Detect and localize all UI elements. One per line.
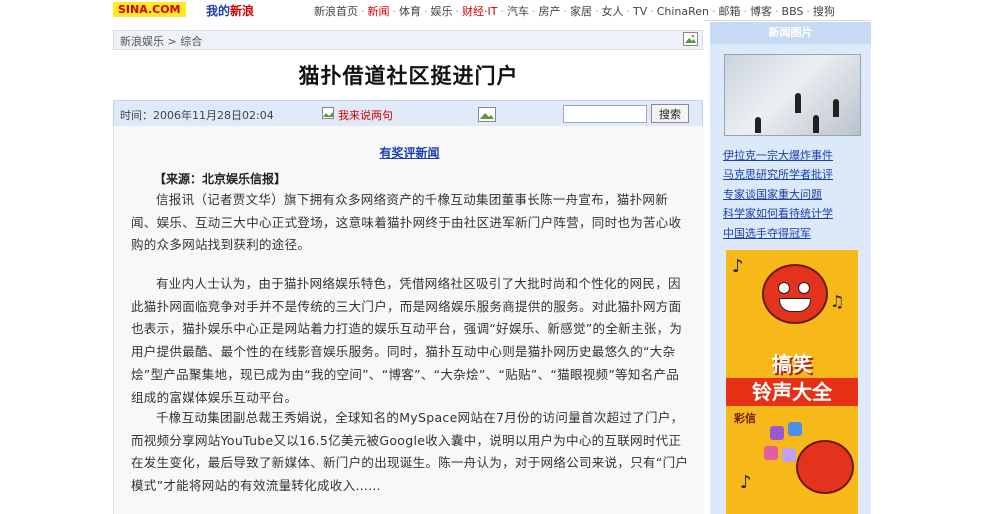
nav-item[interactable]: TV — [633, 5, 647, 18]
comment-news-link[interactable]: 有奖评新闻 — [114, 144, 705, 161]
nav-separator: · — [455, 5, 460, 18]
music-note-icon: ♫ — [830, 292, 845, 311]
nav-item[interactable]: 家居 — [570, 5, 592, 18]
nav-item[interactable]: 房产 — [538, 5, 560, 18]
main-content: 新浪娱乐 > 综合 猫扑借道社区挺进门户 时间：2006年11月28日02:04… — [113, 20, 705, 514]
photo-figure — [813, 115, 819, 133]
top-navigation-bar: SINA.COM 我的新浪 新浪首页 · 新闻 · 体育 · 娱乐 · 财经·IT · 汽车 · 房产 ·… — [113, 0, 870, 21]
ad-bubble — [782, 448, 796, 462]
search-input[interactable] — [563, 105, 647, 123]
my-sina-logo[interactable]: 我的新浪 — [206, 2, 254, 19]
news-photo[interactable] — [724, 54, 861, 136]
article-paragraph: 信报讯（记者贾文华）旗下拥有众多网络资产的千橡互动集团董事长陈一舟宣布，猫扑网新… — [131, 192, 682, 253]
nav-item[interactable]: 邮箱 — [719, 5, 741, 18]
ringtone-ad-banner[interactable]: ♪ ♫ 搞笑 铃声大全 彩信 ♪ — [726, 250, 858, 514]
nav-separator: · — [563, 5, 567, 18]
nav-item[interactable]: 娱乐 — [431, 5, 453, 18]
nav-item[interactable]: 搜狗 — [813, 5, 835, 18]
nav-separator: · — [743, 5, 748, 18]
nav-item[interactable]: 博客 — [750, 5, 772, 18]
sidebar-header: 新闻图片 — [710, 22, 871, 44]
article-paragraph: 有业内人士认为，由于猫扑网络娱乐特色，凭借网络社区吸引了大批时尚和个性化的网民，… — [131, 276, 683, 405]
cartoon-eye — [798, 282, 810, 294]
cartoon-mouth — [779, 298, 811, 312]
nav-item[interactable]: 体育 — [399, 5, 421, 18]
ad-title: 搞笑 — [772, 352, 812, 376]
nav-separator: · — [531, 5, 536, 18]
cartoon-face — [796, 440, 854, 494]
my-sina-text: 我的 — [206, 4, 231, 18]
search-button[interactable]: 搜索 — [651, 104, 689, 123]
article-paragraph: 千橡互动集团副总裁王秀娟说，全球知名的MySpace网站在7月份的访问量首次超过… — [131, 410, 689, 494]
nav-separator: · — [392, 5, 397, 18]
nav-separator: · — [775, 5, 779, 18]
article-title: 猫扑借道社区挺进门户 — [298, 64, 519, 88]
nav-separator: · — [712, 5, 716, 18]
ad-bubble — [770, 426, 784, 440]
nav-item[interactable]: 女人 — [601, 5, 623, 18]
cartoon-face — [762, 264, 828, 324]
sidebar-news-link[interactable]: 科学家如何看待统计学 — [723, 205, 833, 221]
cartoon-eye — [778, 282, 790, 294]
nav-separator: · — [626, 5, 630, 18]
ad-bubble — [788, 422, 802, 436]
sidebar-news-link[interactable]: 伊拉克一宗大爆炸事件 — [723, 147, 833, 163]
nav-item[interactable]: ChinaRen — [657, 5, 709, 18]
music-note-icon: ♪ — [740, 472, 752, 493]
sidebar-news-link[interactable]: 中国选手夺得冠军 — [723, 225, 811, 241]
photo-figure — [833, 99, 839, 117]
nav-separator: · — [500, 5, 504, 18]
breadcrumb-bar: 新浪娱乐 > 综合 — [113, 30, 703, 50]
nav-separator: · — [594, 5, 599, 18]
nav-item[interactable]: 财经·IT — [462, 5, 497, 18]
nav-item[interactable]: 汽车 — [507, 5, 529, 18]
sidebar-news-link[interactable]: 专家谈国家重大问题 — [723, 186, 822, 202]
article-info-bar: 时间：2006年11月28日02:04 我来说两句 搜索 — [113, 100, 703, 128]
nav-separator: · — [650, 5, 654, 18]
sina-text: 新浪 — [230, 4, 255, 18]
nav-item[interactable]: 新闻 — [368, 5, 390, 18]
nav-separator: · — [806, 5, 810, 18]
broken-image-icon — [478, 107, 496, 122]
article-body: 有奖评新闻 【来源：北京娱乐信报】 信报讯（记者贾文华）旗下拥有众多网络资产的千… — [113, 126, 705, 514]
music-note-icon: ♪ — [732, 256, 744, 277]
broken-image-icon — [322, 107, 334, 119]
nav-item[interactable]: 新浪首页 — [314, 5, 358, 18]
site-logo[interactable]: SINA.COM — [113, 2, 186, 17]
broken-image-icon — [683, 32, 698, 46]
ad-subtitle: 铃声大全 — [726, 378, 858, 406]
sidebar-news-link[interactable]: 马克思研究所学者批评 — [723, 166, 833, 182]
ad-tag: 彩信 — [734, 412, 756, 425]
publish-time: 时间：2006年11月28日02:04 — [120, 109, 274, 122]
article-source: 【来源：北京娱乐信报】 — [154, 172, 287, 186]
nav-separator: · — [424, 5, 428, 18]
channel-nav: 新浪首页 · 新闻 · 体育 · 娱乐 · 财经·IT · 汽车 · 房产 · 家居 · 女人 · TV · China… — [311, 3, 838, 19]
photo-figure — [755, 117, 761, 133]
nav-item[interactable]: BBS — [782, 5, 804, 18]
nav-separator: · — [361, 5, 365, 18]
ad-bubble — [764, 446, 778, 460]
comment-link[interactable]: 我来说两句 — [338, 107, 393, 123]
photo-figure — [795, 93, 801, 113]
breadcrumb[interactable]: 新浪娱乐 > 综合 — [120, 33, 202, 49]
sidebar: 新闻图片 伊拉克一宗大爆炸事件 马克思研究所学者批评 专家谈国家重大问题 科学家… — [710, 22, 871, 514]
